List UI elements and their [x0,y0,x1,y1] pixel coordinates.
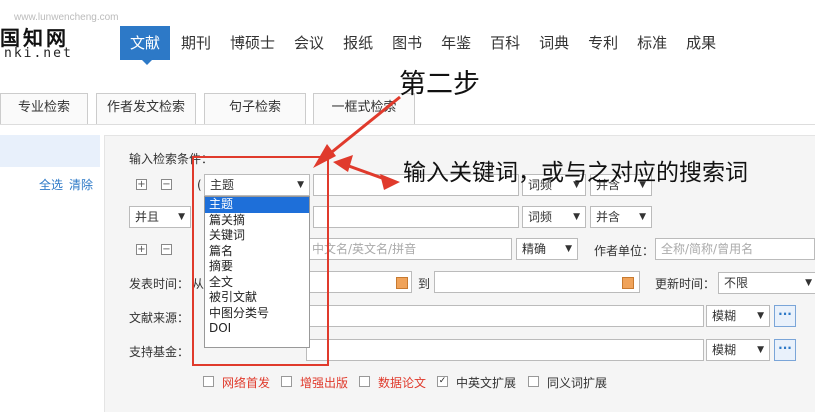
step-annotation: 第二步 [399,69,480,100]
arrow-head-step [313,144,336,168]
instruction-annotation: 输入关键词，或与之对应的搜索词 [403,160,748,186]
arrow-line-step [321,95,401,162]
arrow-head-instruction [333,155,353,172]
arrow-tail-instruction [380,174,400,190]
